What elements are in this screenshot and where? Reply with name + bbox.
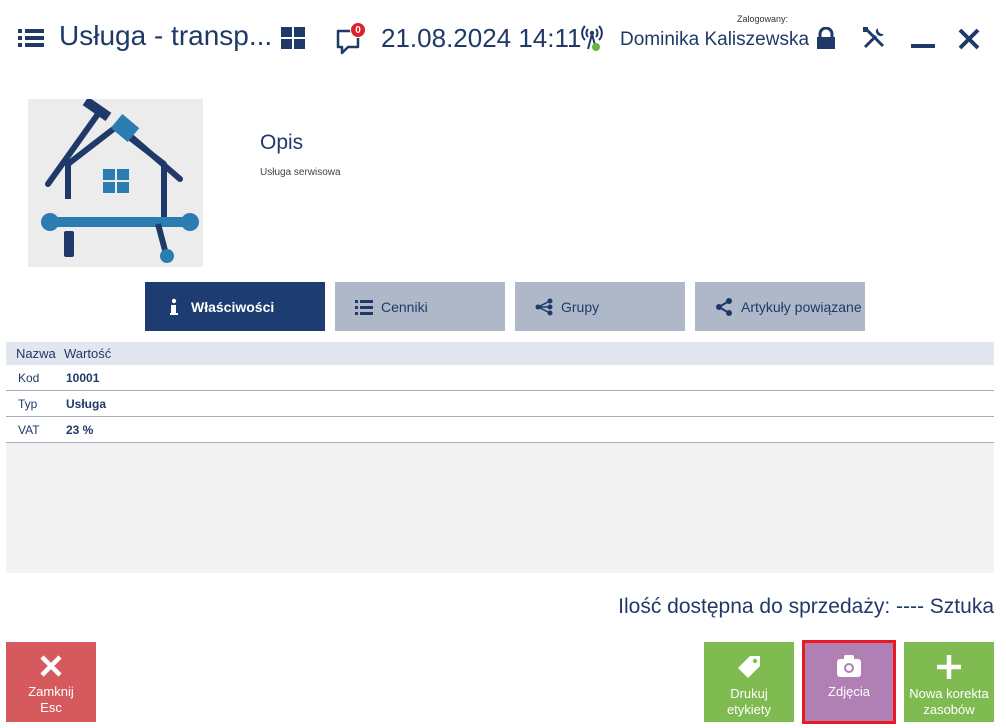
print-labels-button[interactable]: Drukuj etykiety	[704, 642, 794, 722]
top-bar: Usługa - transp... 0 21.08.2024 14:11 Za…	[0, 0, 1006, 78]
new-stock-correction-button[interactable]: Nowa korekta zasobów	[904, 642, 994, 722]
tools-icon[interactable]	[862, 26, 886, 50]
properties-table: Nazwa Wartość Kod 10001 Typ Usługa VAT 2…	[6, 342, 994, 573]
row-value: 10001	[66, 370, 100, 385]
column-header-name: Nazwa	[16, 346, 56, 361]
description-title: Opis	[260, 131, 304, 154]
tiles-icon[interactable]	[281, 27, 305, 49]
close-button-shortcut: Esc	[40, 700, 62, 715]
table-row[interactable]: Typ Usługa	[6, 391, 994, 417]
tab-label: Artykuły powiązane	[741, 298, 862, 315]
print-labels-label: Drukuj	[730, 686, 768, 701]
groups-icon	[535, 298, 553, 315]
list-icon	[355, 299, 373, 315]
tab-label: Grupy	[561, 298, 600, 315]
photos-label: Zdjęcia	[828, 684, 870, 699]
row-value: 23 %	[66, 422, 94, 437]
datetime: 21.08.2024 14:11	[381, 23, 582, 53]
tag-icon	[738, 656, 760, 678]
notification-count-badge: 0	[350, 22, 366, 38]
description-text: Usługa serwisowa	[260, 167, 341, 178]
tab-label: Cenniki	[381, 298, 428, 315]
house-tools-illustration	[41, 96, 199, 263]
row-value: Usługa	[66, 396, 107, 411]
table-row[interactable]: Kod 10001	[6, 365, 994, 391]
tab-groups[interactable]: Grupy	[515, 282, 685, 331]
column-header-value: Wartość	[64, 346, 112, 361]
close-icon[interactable]	[957, 27, 981, 51]
lock-icon[interactable]	[815, 27, 837, 49]
user-name: Dominika Kaliszewska	[620, 29, 810, 50]
row-name: Typ	[18, 396, 38, 411]
row-name: VAT	[18, 422, 40, 437]
row-name: Kod	[18, 370, 40, 385]
tab-label: Właściwości	[191, 298, 275, 315]
close-button[interactable]: Zamknij Esc	[6, 642, 96, 722]
new-correction-label-2: zasobów	[923, 702, 975, 717]
notifications-button[interactable]: 0	[336, 22, 366, 55]
tab-properties[interactable]: Właściwości	[145, 282, 325, 331]
info-icon	[170, 298, 178, 315]
close-button-label: Zamknij	[28, 684, 74, 699]
product-image	[28, 96, 203, 267]
tab-related-articles[interactable]: Artykuły powiązane	[695, 282, 865, 331]
table-header: Nazwa Wartość	[6, 342, 994, 365]
logged-in-label: Zalogowany:	[737, 14, 789, 24]
new-correction-label: Nowa korekta	[909, 686, 989, 701]
available-quantity: Ilość dostępna do sprzedaży: ---- Sztuka	[618, 595, 994, 618]
photos-button[interactable]: Zdjęcia	[802, 640, 896, 724]
camera-icon	[837, 655, 861, 677]
menu-icon[interactable]	[18, 27, 44, 49]
table-row[interactable]: VAT 23 %	[6, 417, 994, 443]
print-labels-label-2: etykiety	[726, 702, 772, 717]
connection-status-icon	[581, 25, 603, 51]
plus-icon	[937, 655, 961, 679]
page-title: Usługa - transp...	[59, 20, 273, 51]
close-icon	[40, 655, 62, 677]
share-icon	[716, 297, 732, 316]
tab-price-lists[interactable]: Cenniki	[335, 282, 505, 331]
minimize-icon[interactable]	[911, 28, 935, 50]
